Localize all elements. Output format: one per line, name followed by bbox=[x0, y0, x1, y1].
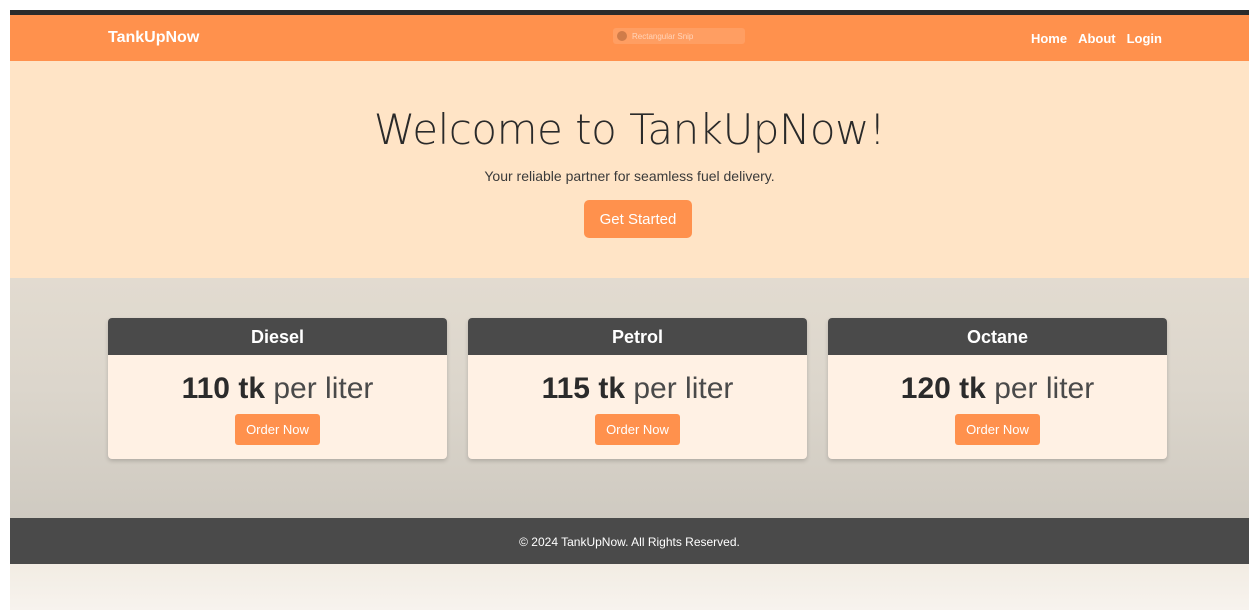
card-price: 115 tk bbox=[541, 372, 626, 405]
fuel-card-petrol: Petrol 115 tk per liter Order Now bbox=[468, 318, 807, 459]
get-started-button[interactable]: Get Started bbox=[584, 200, 692, 238]
card-price-line: 115 tk per liter bbox=[468, 372, 807, 406]
order-now-button-petrol[interactable]: Order Now bbox=[595, 414, 680, 445]
card-price-unit: per liter bbox=[994, 372, 1095, 405]
card-price-line: 120 tk per liter bbox=[828, 372, 1167, 406]
snip-label: Rectangular Snip bbox=[632, 31, 694, 41]
nav-links: Home About Login bbox=[1031, 31, 1162, 46]
page-bottom-area bbox=[10, 564, 1249, 610]
fuel-prices-section: Diesel 110 tk per liter Order Now Petrol… bbox=[10, 278, 1249, 518]
nav-link-home[interactable]: Home bbox=[1031, 31, 1067, 46]
fuel-card-octane: Octane 120 tk per liter Order Now bbox=[828, 318, 1167, 459]
nav-link-about[interactable]: About bbox=[1078, 31, 1116, 46]
hero-title: Welcome to TankUpNow! bbox=[373, 105, 886, 154]
fuel-card-diesel: Diesel 110 tk per liter Order Now bbox=[108, 318, 447, 459]
footer-copyright: © 2024 TankUpNow. All Rights Reserved. bbox=[519, 535, 740, 549]
card-title: Petrol bbox=[468, 318, 807, 355]
snip-overlay: Rectangular Snip bbox=[613, 28, 745, 44]
snip-icon bbox=[617, 31, 627, 41]
card-price: 110 tk bbox=[181, 372, 266, 405]
nav-link-login[interactable]: Login bbox=[1127, 31, 1162, 46]
card-price-unit: per liter bbox=[273, 372, 374, 405]
card-title: Octane bbox=[828, 318, 1167, 355]
card-price-unit: per liter bbox=[633, 372, 734, 405]
order-now-button-octane[interactable]: Order Now bbox=[955, 414, 1040, 445]
card-title: Diesel bbox=[108, 318, 447, 355]
hero-section: Welcome to TankUpNow! Your reliable part… bbox=[10, 61, 1249, 278]
brand-logo-link[interactable]: TankUpNow bbox=[108, 29, 199, 47]
card-price-line: 110 tk per liter bbox=[108, 372, 447, 406]
navbar: TankUpNow Rectangular Snip Home About Lo… bbox=[10, 15, 1249, 61]
hero-subtitle: Your reliable partner for seamless fuel … bbox=[484, 168, 775, 184]
footer: © 2024 TankUpNow. All Rights Reserved. bbox=[10, 518, 1249, 564]
card-price: 120 tk bbox=[900, 372, 986, 405]
order-now-button-diesel[interactable]: Order Now bbox=[235, 414, 320, 445]
